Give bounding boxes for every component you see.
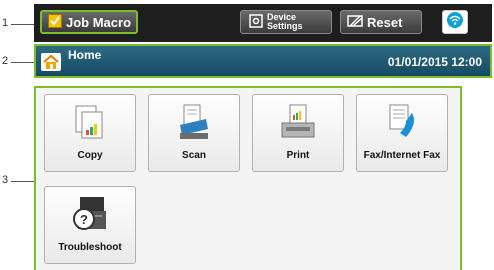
fax-label: Fax/Internet Fax — [363, 150, 441, 161]
svg-text:?: ? — [80, 212, 88, 227]
callout-3-line — [11, 181, 35, 182]
date-time: 01/01/2015 12:00 — [387, 55, 482, 69]
callout-1: 1 — [2, 17, 9, 29]
troubleshoot-tile[interactable]: ? Troubleshoot — [44, 186, 136, 264]
print-icon — [253, 103, 343, 143]
callout-2: 2 — [2, 55, 9, 67]
print-tile[interactable]: Print — [252, 94, 344, 172]
scan-tile[interactable]: Scan — [148, 94, 240, 172]
home-icon[interactable] — [41, 53, 61, 76]
troubleshoot-label: Troubleshoot — [58, 242, 122, 253]
copy-label: Copy — [77, 150, 103, 161]
wifi-icon — [446, 11, 464, 33]
callout-2-line — [11, 62, 35, 63]
device-settings-icon — [249, 14, 263, 30]
scan-label: Scan — [182, 150, 206, 161]
reset-button[interactable]: Reset — [340, 10, 422, 34]
function-grid: Copy Scan Print Fax/Internet Fax ? Troub… — [34, 86, 462, 270]
scan-icon — [149, 103, 239, 143]
job-macro-icon — [48, 13, 62, 31]
device-settings-label-line2: Settings — [267, 21, 303, 31]
copy-tile[interactable]: Copy — [44, 94, 136, 172]
top-bar: Job Macro Device Settings Reset — [34, 4, 492, 42]
job-macro-label: Job Macro — [66, 14, 132, 30]
reset-icon — [347, 14, 363, 31]
job-macro-button[interactable]: Job Macro — [40, 10, 138, 34]
troubleshoot-icon: ? — [45, 195, 135, 235]
reset-label: Reset — [367, 14, 403, 30]
home-bar: Home 01/01/2015 12:00 — [34, 44, 492, 78]
copy-icon — [45, 103, 135, 143]
fax-tile[interactable]: Fax/Internet Fax — [356, 94, 448, 172]
fax-icon — [357, 103, 447, 143]
callout-3: 3 — [2, 174, 9, 186]
home-title: Home — [68, 48, 102, 62]
wifi-button[interactable] — [442, 10, 468, 34]
device-settings-button[interactable]: Device Settings — [240, 10, 332, 34]
print-label: Print — [286, 150, 310, 161]
